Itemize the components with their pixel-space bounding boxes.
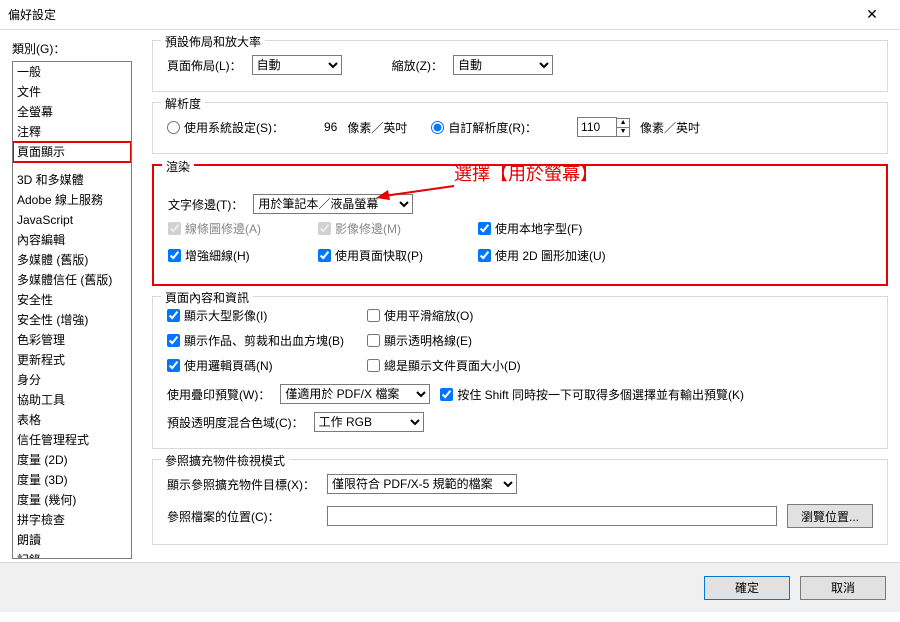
smooth-text-select[interactable]: 用於筆記本／液晶螢幕: [253, 194, 413, 214]
group-layout: 預設佈局和放大率 頁面佈局(L)： 自動 縮放(Z)： 自動: [152, 40, 888, 92]
resolution-system-value: 96: [324, 120, 337, 134]
sidebar-item[interactable]: 朗讀: [13, 530, 131, 550]
cancel-button[interactable]: 取消: [800, 576, 886, 600]
check-always-size[interactable]: 總是顯示文件頁面大小(D): [367, 357, 627, 374]
annotation-text: 選擇【用於螢幕】: [454, 160, 598, 186]
group-content-title: 頁面內容和資訊: [161, 289, 253, 306]
resolution-system-radio[interactable]: 使用系統設定(S)：: [167, 119, 284, 136]
check-art-boxes[interactable]: 顯示作品、剪裁和出血方塊(B): [167, 332, 367, 349]
category-listbox[interactable]: 一般文件全螢幕注釋頁面顯示 3D 和多媒體Adobe 線上服務JavaScript…: [12, 61, 132, 559]
sidebar-item[interactable]: Adobe 線上服務: [13, 190, 131, 210]
sidebar-item[interactable]: 注釋: [13, 122, 131, 142]
sidebar-item[interactable]: 安全性 (增強): [13, 310, 131, 330]
sidebar-item[interactable]: 文件: [13, 82, 131, 102]
overprint-select[interactable]: 僅適用於 PDF/X 檔案: [280, 384, 430, 404]
group-content: 頁面內容和資訊 顯示大型影像(I) 使用平滑縮放(O) 顯示作品、剪裁和出血方塊…: [152, 296, 888, 449]
sidebar-item[interactable]: 內容編輯: [13, 230, 131, 250]
sidebar-item[interactable]: 更新程式: [13, 350, 131, 370]
sidebar-item[interactable]: 身分: [13, 370, 131, 390]
xobject-show-select[interactable]: 僅限符合 PDF/X-5 規範的檔案: [327, 474, 517, 494]
window-title: 偏好設定: [8, 6, 852, 23]
overprint-label: 使用疊印預覽(W)：: [167, 386, 270, 403]
sidebar-item[interactable]: 色彩管理: [13, 330, 131, 350]
main-panel: 預設佈局和放大率 頁面佈局(L)： 自動 縮放(Z)： 自動 解析度 使用系統設…: [132, 40, 888, 562]
check-shift-output[interactable]: 按住 Shift 同時按一下可取得多個選擇並有輸出預覽(K): [440, 386, 744, 403]
footer: 確定 取消: [0, 562, 900, 612]
ok-button[interactable]: 確定: [704, 576, 790, 600]
check-trans-grid[interactable]: 顯示透明格線(E): [367, 332, 627, 349]
check-large-images[interactable]: 顯示大型影像(I): [167, 307, 367, 324]
titlebar: 偏好設定 ✕: [0, 0, 900, 30]
check-2d-accel[interactable]: 使用 2D 圖形加速(U): [478, 247, 698, 264]
group-resolution-title: 解析度: [161, 95, 205, 112]
sidebar: 類別(G)： 一般文件全螢幕注釋頁面顯示 3D 和多媒體Adobe 線上服務Jav…: [12, 40, 132, 562]
sidebar-item[interactable]: 安全性: [13, 290, 131, 310]
sidebar-item[interactable]: 頁面顯示: [13, 142, 131, 162]
sidebar-item[interactable]: 度量 (幾何): [13, 490, 131, 510]
sidebar-item[interactable]: 一般: [13, 62, 131, 82]
resolution-unit-1: 像素／英吋: [347, 119, 407, 136]
page-layout-label: 頁面佈局(L)：: [167, 57, 242, 74]
blend-select[interactable]: 工作 RGB: [314, 412, 424, 432]
xobject-loc-label: 參照檔案的位置(C)：: [167, 508, 317, 525]
check-smooth-images: 影像修邊(M): [318, 220, 478, 237]
smooth-text-label: 文字修邊(T)：: [168, 196, 243, 213]
check-local-fonts[interactable]: 使用本地字型(F): [478, 220, 698, 237]
sidebar-item[interactable]: 記錄: [13, 550, 131, 559]
check-logical-page[interactable]: 使用邏輯頁碼(N): [167, 357, 367, 374]
sidebar-item[interactable]: JavaScript: [13, 210, 131, 230]
sidebar-item[interactable]: 多媒體信任 (舊版): [13, 270, 131, 290]
resolution-custom-spinner[interactable]: ▲▼: [577, 117, 630, 137]
group-xobject: 參照擴充物件檢視模式 顯示參照擴充物件目標(X)： 僅限符合 PDF/X-5 規…: [152, 459, 888, 545]
category-label: 類別(G)：: [12, 40, 132, 57]
check-smooth-lineart: 線條圖修邊(A): [168, 220, 318, 237]
sidebar-item[interactable]: 全螢幕: [13, 102, 131, 122]
check-smooth-zoom[interactable]: 使用平滑縮放(O): [367, 307, 627, 324]
sidebar-item[interactable]: 度量 (3D): [13, 470, 131, 490]
page-layout-select[interactable]: 自動: [252, 55, 342, 75]
resolution-custom-input[interactable]: [577, 117, 617, 137]
group-layout-title: 預設佈局和放大率: [161, 33, 265, 50]
zoom-label: 縮放(Z)：: [392, 57, 443, 74]
sidebar-item[interactable]: 協助工具: [13, 390, 131, 410]
check-enhance-thin[interactable]: 增強細線(H): [168, 247, 318, 264]
sidebar-item[interactable]: 度量 (2D): [13, 450, 131, 470]
spinner-up-icon[interactable]: ▲: [617, 119, 629, 128]
browse-button[interactable]: 瀏覽位置...: [787, 504, 873, 528]
zoom-select[interactable]: 自動: [453, 55, 553, 75]
group-render: 渲染 選擇【用於螢幕】 文字修邊(T)： 用於筆記本／液晶螢幕 線條圖修邊(A)…: [152, 164, 888, 286]
sidebar-item[interactable]: 拼字檢查: [13, 510, 131, 530]
xobject-loc-input[interactable]: [327, 506, 777, 526]
sidebar-item[interactable]: 信任管理程式: [13, 430, 131, 450]
sidebar-item[interactable]: 3D 和多媒體: [13, 170, 131, 190]
group-render-title: 渲染: [162, 158, 194, 175]
group-xobject-title: 參照擴充物件檢視模式: [161, 452, 289, 469]
blend-label: 預設透明度混合色域(C)：: [167, 414, 304, 431]
close-icon[interactable]: ✕: [852, 6, 892, 23]
sidebar-item[interactable]: 表格: [13, 410, 131, 430]
resolution-custom-radio[interactable]: 自訂解析度(R)：: [431, 119, 537, 136]
resolution-unit-2: 像素／英吋: [640, 119, 700, 136]
xobject-show-label: 顯示參照擴充物件目標(X)：: [167, 476, 317, 493]
sidebar-item[interactable]: 多媒體 (舊版): [13, 250, 131, 270]
group-resolution: 解析度 使用系統設定(S)： 96 像素／英吋 自訂解析度(R)： ▲▼: [152, 102, 888, 154]
dialog-body: 類別(G)： 一般文件全螢幕注釋頁面顯示 3D 和多媒體Adobe 線上服務Jav…: [0, 30, 900, 562]
check-page-cache[interactable]: 使用頁面快取(P): [318, 247, 478, 264]
spinner-down-icon[interactable]: ▼: [617, 128, 629, 136]
